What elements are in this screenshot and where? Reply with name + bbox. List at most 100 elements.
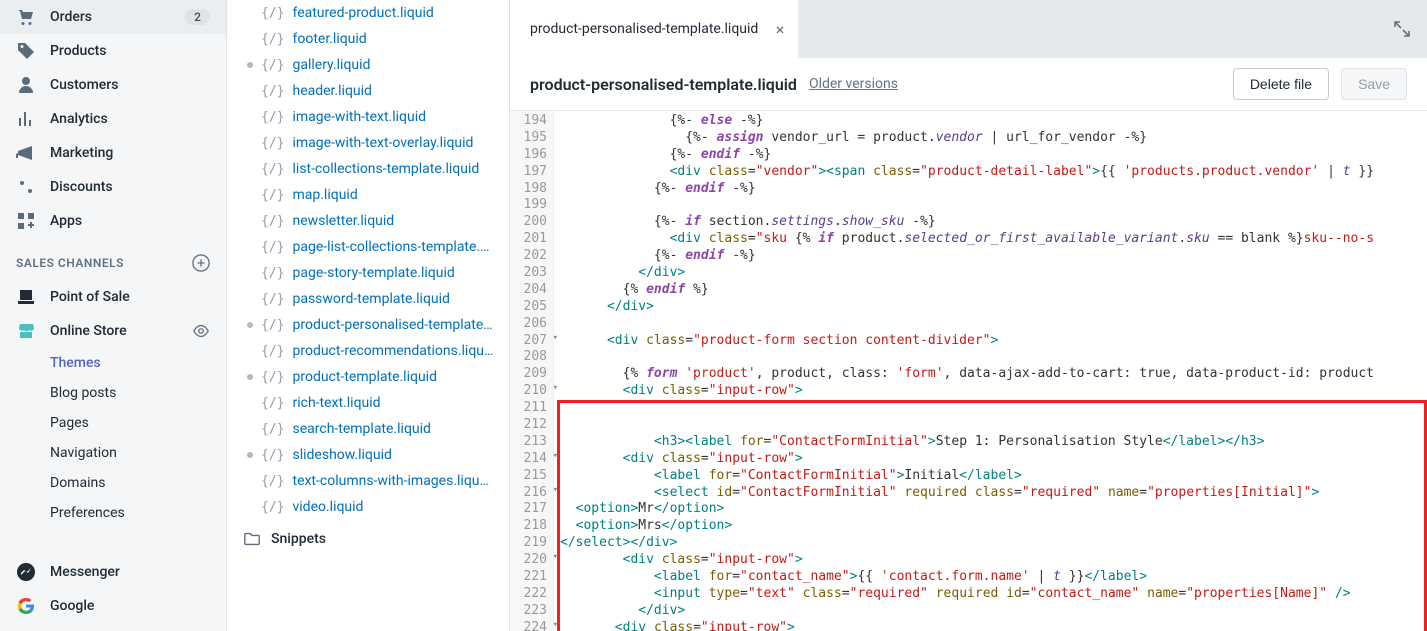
liquid-file-icon: {/} xyxy=(261,240,284,255)
liquid-file-icon: {/} xyxy=(261,84,284,99)
file-name: page-list-collections-template.… xyxy=(292,239,489,255)
save-button: Save xyxy=(1341,68,1407,100)
subnav-blog[interactable]: Blog posts xyxy=(50,378,226,408)
file-item[interactable]: {/} product-recommendations.liqu… xyxy=(227,338,509,364)
channel-label: Google xyxy=(50,598,94,614)
file-item[interactable]: {/}list-collections-template.liquid xyxy=(227,156,509,182)
subnav-pages[interactable]: Pages xyxy=(50,408,226,438)
file-name: product-recommendations.liqu… xyxy=(292,343,493,359)
nav-item-marketing[interactable]: Marketing xyxy=(0,136,226,170)
nav-label: Products xyxy=(50,43,107,59)
liquid-file-icon: {/} xyxy=(261,162,284,177)
liquid-file-icon: {/} xyxy=(261,422,284,437)
subnav-themes[interactable]: Themes xyxy=(50,348,226,378)
channel-pos[interactable]: Point of Sale xyxy=(0,280,226,314)
file-item[interactable]: {/}password-template.liquid xyxy=(227,286,509,312)
channel-label: Point of Sale xyxy=(50,289,130,305)
delete-file-button[interactable]: Delete file xyxy=(1233,68,1329,100)
liquid-file-icon: {/} xyxy=(261,500,284,515)
file-item[interactable]: {/}image-with-text.liquid xyxy=(227,104,509,130)
modified-dot-icon xyxy=(247,322,253,328)
code-editor: product-personalised-template.liquid × p… xyxy=(510,0,1427,631)
file-item[interactable]: {/}video.liquid xyxy=(227,494,509,520)
file-item[interactable]: {/} featured-product.liquid xyxy=(227,0,509,26)
marketing-icon xyxy=(16,143,36,163)
channel-label: Messenger xyxy=(50,564,120,580)
nav-item-apps[interactable]: Apps xyxy=(0,204,226,238)
editor-tab-bar: product-personalised-template.liquid × xyxy=(510,0,1427,58)
liquid-file-icon: {/} xyxy=(261,214,284,229)
nav-label: Orders xyxy=(50,9,92,25)
liquid-file-icon: {/} xyxy=(261,136,284,151)
modified-dot-icon xyxy=(247,452,253,458)
older-versions-link[interactable]: Older versions xyxy=(809,76,898,92)
analytics-icon xyxy=(16,109,36,129)
file-name: image-with-text-overlay.liquid xyxy=(292,135,473,151)
code-content[interactable]: {%- else -%} {%- assign vendor_url = pro… xyxy=(554,111,1427,631)
channel-messenger[interactable]: Messenger xyxy=(0,555,226,589)
pos-icon xyxy=(16,287,36,307)
liquid-file-icon: {/} xyxy=(261,188,284,203)
file-item[interactable]: {/} page-list-collections-template.… xyxy=(227,234,509,260)
file-item[interactable]: {/}slideshow.liquid xyxy=(227,442,509,468)
nav-item-orders[interactable]: Orders2 xyxy=(0,0,226,34)
channel-online[interactable]: Online Store xyxy=(0,314,226,348)
file-name: newsletter.liquid xyxy=(292,213,394,229)
file-item[interactable]: {/} footer.liquid xyxy=(227,26,509,52)
folder-label: Snippets xyxy=(271,531,326,547)
line-gutter: 1941951961971981992002012022032042052062… xyxy=(510,111,554,631)
google-icon xyxy=(16,596,36,616)
preview-icon[interactable] xyxy=(192,322,210,340)
file-item[interactable]: {/}search-template.liquid xyxy=(227,416,509,442)
expand-editor-button[interactable] xyxy=(1377,0,1427,58)
file-item[interactable]: {/}gallery.liquid xyxy=(227,52,509,78)
liquid-file-icon: {/} xyxy=(261,344,284,359)
channel-label: Online Store xyxy=(50,323,127,339)
editor-tab[interactable]: product-personalised-template.liquid × xyxy=(510,0,799,58)
modified-dot-icon xyxy=(247,374,253,380)
liquid-file-icon: {/} xyxy=(261,396,284,411)
file-name: featured-product.liquid xyxy=(292,5,433,21)
file-item[interactable]: {/} page-story-template.liquid xyxy=(227,260,509,286)
channel-google[interactable]: Google xyxy=(0,589,226,623)
file-item[interactable]: {/} newsletter.liquid xyxy=(227,208,509,234)
messenger-icon xyxy=(16,562,36,582)
add-channel-icon[interactable] xyxy=(192,254,210,272)
liquid-file-icon: {/} xyxy=(261,6,284,21)
file-item[interactable]: {/} image-with-text-overlay.liquid xyxy=(227,130,509,156)
file-name: image-with-text.liquid xyxy=(292,109,426,125)
folder-icon xyxy=(243,530,261,548)
file-item[interactable]: {/}rich-text.liquid xyxy=(227,390,509,416)
liquid-file-icon: {/} xyxy=(261,370,284,385)
file-tree-panel: {/} featured-product.liquid {/} footer.liqu… xyxy=(227,0,510,631)
subnav-domains[interactable]: Domains xyxy=(50,468,226,498)
file-item[interactable]: {/}product-template.liquid xyxy=(227,364,509,390)
nav-label: Apps xyxy=(50,213,82,229)
nav-item-discounts[interactable]: Discounts xyxy=(0,170,226,204)
liquid-file-icon: {/} xyxy=(261,266,284,281)
close-tab-icon[interactable]: × xyxy=(776,20,785,39)
file-item[interactable]: {/}text-columns-with-images.liqu… xyxy=(227,468,509,494)
file-name: page-story-template.liquid xyxy=(292,265,454,281)
subnav-navigation[interactable]: Navigation xyxy=(50,438,226,468)
main-sidebar: Orders2 Products Customers Analytics Marketi… xyxy=(0,0,227,631)
customers-icon xyxy=(16,75,36,95)
nav-item-products[interactable]: Products xyxy=(0,34,226,68)
tab-label: product-personalised-template.liquid xyxy=(530,21,758,37)
file-name: product-personalised-template… xyxy=(292,317,492,333)
code-area[interactable]: 1941951961971981992002012022032042052062… xyxy=(510,111,1427,631)
nav-item-analytics[interactable]: Analytics xyxy=(0,102,226,136)
online-icon xyxy=(16,321,36,341)
liquid-file-icon: {/} xyxy=(261,32,284,47)
subnav-preferences[interactable]: Preferences xyxy=(50,498,226,528)
file-header: product-personalised-template.liquid Old… xyxy=(510,58,1427,111)
file-name: footer.liquid xyxy=(292,31,366,47)
nav-label: Analytics xyxy=(50,111,108,127)
file-item[interactable]: {/}map.liquid xyxy=(227,182,509,208)
file-item[interactable]: {/}product-personalised-template… xyxy=(227,312,509,338)
nav-item-customers[interactable]: Customers xyxy=(0,68,226,102)
file-item[interactable]: {/}header.liquid xyxy=(227,78,509,104)
file-title: product-personalised-template.liquid xyxy=(530,75,797,94)
folder-snippets[interactable]: Snippets xyxy=(227,520,509,558)
products-icon xyxy=(16,41,36,61)
